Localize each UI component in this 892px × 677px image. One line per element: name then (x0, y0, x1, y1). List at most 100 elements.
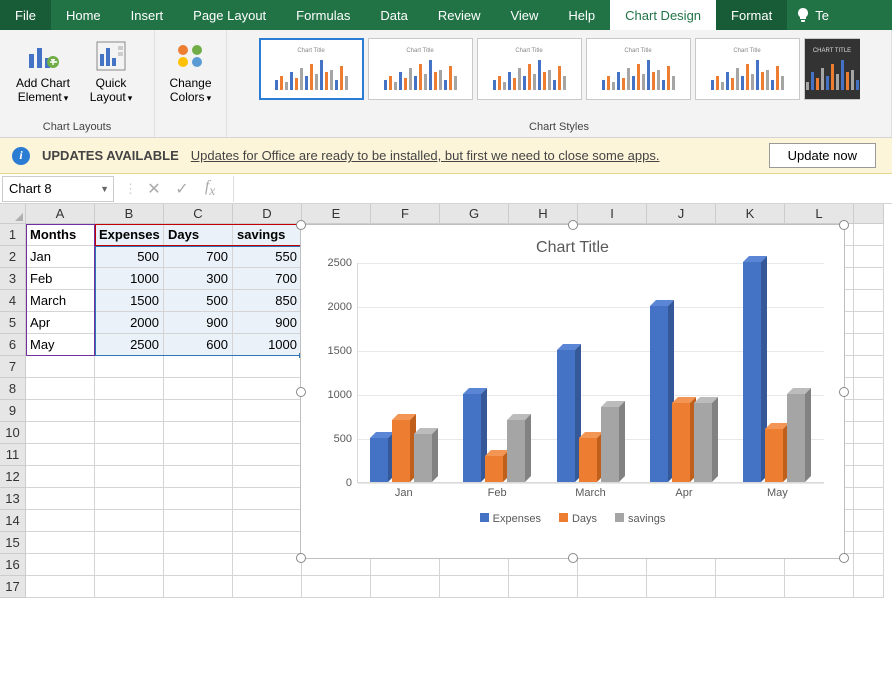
resize-handle[interactable] (839, 387, 849, 397)
cell[interactable] (233, 576, 302, 598)
resize-handle[interactable] (296, 553, 306, 563)
cell[interactable] (95, 356, 164, 378)
resize-handle[interactable] (839, 220, 849, 230)
cell[interactable] (164, 554, 233, 576)
row-header[interactable]: 12 (0, 466, 26, 488)
cell[interactable] (26, 554, 95, 576)
cell[interactable]: 2000 (95, 312, 164, 334)
row-header[interactable]: 1 (0, 224, 26, 246)
resize-handle[interactable] (296, 387, 306, 397)
chart-style-thumb[interactable]: Chart Title (586, 38, 691, 100)
chart-style-thumb[interactable]: Chart Title (695, 38, 800, 100)
cell[interactable] (233, 466, 302, 488)
update-now-button[interactable]: Update now (769, 143, 876, 168)
cell[interactable] (95, 422, 164, 444)
cell[interactable] (854, 554, 884, 576)
cell[interactable] (164, 510, 233, 532)
cell[interactable] (26, 532, 95, 554)
row-header[interactable]: 7 (0, 356, 26, 378)
cell[interactable] (854, 510, 884, 532)
cell[interactable]: Expenses (95, 224, 164, 246)
column-headers[interactable]: ABCDEFGHIJKL (26, 204, 884, 224)
cell[interactable] (854, 422, 884, 444)
chevron-down-icon[interactable]: ▼ (100, 184, 109, 194)
column-header[interactable]: E (302, 204, 371, 224)
cell[interactable] (164, 532, 233, 554)
chart-style-thumb[interactable]: Chart Title (477, 38, 582, 100)
tab-insert[interactable]: Insert (116, 0, 179, 30)
column-header[interactable]: K (716, 204, 785, 224)
chart-bar[interactable] (485, 456, 503, 482)
chart-bar[interactable] (743, 262, 761, 482)
cell[interactable]: 550 (233, 246, 302, 268)
cell[interactable]: 700 (164, 246, 233, 268)
cell[interactable] (854, 290, 884, 312)
cell[interactable] (233, 356, 302, 378)
cell[interactable] (26, 510, 95, 532)
cell[interactable] (854, 334, 884, 356)
cell[interactable] (854, 378, 884, 400)
chart-bar[interactable] (601, 407, 619, 482)
cell[interactable] (233, 488, 302, 510)
chart-bar[interactable] (765, 429, 783, 482)
cell[interactable] (164, 422, 233, 444)
resize-handle[interactable] (568, 553, 578, 563)
legend-item[interactable]: Expenses (480, 513, 541, 525)
cell[interactable] (854, 400, 884, 422)
chart-bar[interactable] (414, 434, 432, 482)
row-header[interactable]: 9 (0, 400, 26, 422)
cell[interactable]: 700 (233, 268, 302, 290)
cell[interactable]: 2500 (95, 334, 164, 356)
cell[interactable] (95, 466, 164, 488)
cell[interactable] (509, 576, 578, 598)
quick-layout-button[interactable]: Quick Layout▾ (81, 34, 141, 109)
tab-formulas[interactable]: Formulas (281, 0, 365, 30)
cell[interactable]: 850 (233, 290, 302, 312)
chart-bar[interactable] (694, 403, 712, 482)
chart-plot-area[interactable]: 05001000150020002500 (357, 263, 824, 483)
cell[interactable] (302, 576, 371, 598)
row-headers[interactable]: 1234567891011121314151617 (0, 224, 26, 598)
cell[interactable]: 900 (164, 312, 233, 334)
resize-handle[interactable] (296, 220, 306, 230)
column-header[interactable]: B (95, 204, 164, 224)
chart-bar[interactable] (672, 403, 690, 482)
cell[interactable] (26, 466, 95, 488)
row-header[interactable]: 2 (0, 246, 26, 268)
chart-style-thumb[interactable]: Chart Title (259, 38, 364, 100)
row-header[interactable]: 16 (0, 554, 26, 576)
tab-chart-design[interactable]: Chart Design (610, 0, 716, 30)
cell[interactable] (95, 576, 164, 598)
cell[interactable] (164, 444, 233, 466)
cell[interactable] (785, 576, 854, 598)
chart-bar[interactable] (650, 306, 668, 482)
cell[interactable] (164, 466, 233, 488)
cell[interactable] (233, 444, 302, 466)
cell[interactable]: Feb (26, 268, 95, 290)
chart-bar[interactable] (463, 394, 481, 482)
column-header[interactable]: C (164, 204, 233, 224)
tab-page-layout[interactable]: Page Layout (178, 0, 281, 30)
column-header[interactable]: J (647, 204, 716, 224)
chart-style-thumb[interactable]: Chart Title (368, 38, 473, 100)
tab-view[interactable]: View (495, 0, 553, 30)
cell[interactable] (26, 488, 95, 510)
chart-bar[interactable] (392, 420, 410, 482)
tab-review[interactable]: Review (423, 0, 496, 30)
tab-data[interactable]: Data (365, 0, 422, 30)
cell[interactable]: 500 (95, 246, 164, 268)
column-header[interactable]: D (233, 204, 302, 224)
row-header[interactable]: 6 (0, 334, 26, 356)
resize-handle[interactable] (568, 220, 578, 230)
update-message-link[interactable]: Updates for Office are ready to be insta… (191, 148, 660, 163)
cell[interactable] (164, 356, 233, 378)
worksheet[interactable]: ABCDEFGHIJKL 1234567891011121314151617 M… (0, 204, 892, 677)
cell[interactable] (854, 576, 884, 598)
chart-style-gallery[interactable]: Chart TitleChart TitleChart TitleChart T… (259, 34, 860, 100)
column-header[interactable]: F (371, 204, 440, 224)
cell[interactable] (578, 576, 647, 598)
embedded-chart[interactable]: Chart Title 05001000150020002500 JanFebM… (300, 224, 845, 559)
cell[interactable] (440, 576, 509, 598)
cell[interactable] (164, 576, 233, 598)
cell[interactable]: Months (26, 224, 95, 246)
